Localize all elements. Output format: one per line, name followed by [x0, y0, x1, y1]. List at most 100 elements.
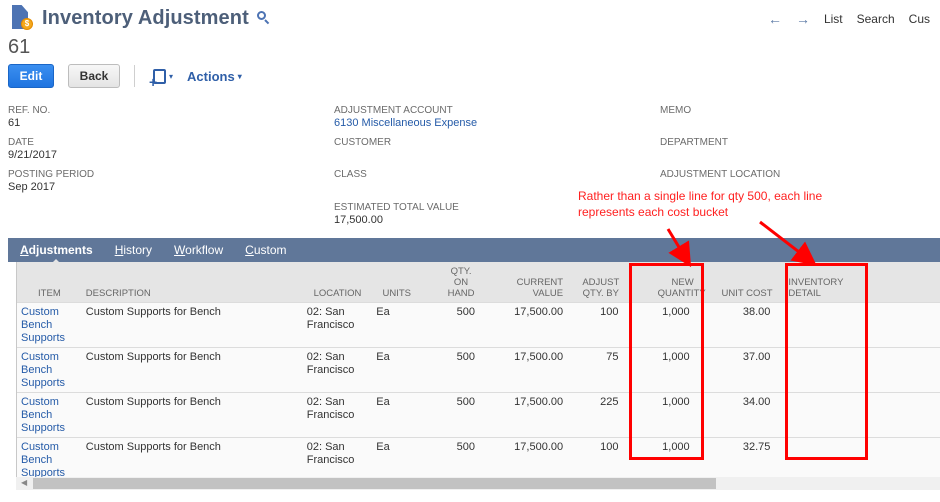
- field-value: Sep 2017: [8, 181, 56, 193]
- field-label: MEMO: [660, 105, 692, 116]
- qty-on-hand: 500: [456, 350, 475, 363]
- description-cell: Custom Supports for Bench: [81, 346, 303, 392]
- col-header-location[interactable]: LOCATION: [302, 262, 373, 302]
- field-estimated-total-value: ESTIMATED TOTAL VALUE 17,500.00: [334, 202, 459, 227]
- col-header-item[interactable]: ITEM: [17, 262, 82, 302]
- col-header-description[interactable]: DESCRIPTION: [81, 262, 303, 302]
- tab-workflow[interactable]: Workflow: [174, 243, 223, 257]
- actions-menu-button[interactable]: Actions ▾: [187, 69, 242, 84]
- unit-cost: 38.00: [742, 305, 771, 318]
- location-1: 02: San: [306, 305, 345, 318]
- chevron-down-icon: ▾: [169, 71, 174, 81]
- page-header: $ Inventory Adjustment: [10, 4, 271, 32]
- field-label: CLASS: [334, 169, 367, 180]
- list-link[interactable]: List: [824, 12, 843, 26]
- tab-history[interactable]: History: [115, 243, 152, 257]
- current-value-cell: 17,500.00: [486, 346, 568, 392]
- field-label: REF. NO.: [8, 105, 51, 116]
- qty-on-hand: 500: [456, 395, 475, 408]
- unit-cost-cell: 34.00: [709, 391, 785, 437]
- location-cell: 02: San Francisco: [302, 301, 373, 347]
- scrollbar-thumb[interactable]: [33, 478, 716, 489]
- search-link[interactable]: Search: [857, 12, 895, 26]
- item-2: Bench: [21, 453, 53, 466]
- current-value-cell: 17,500.00: [486, 301, 568, 347]
- back-button[interactable]: Back: [68, 64, 120, 88]
- subtab-bar: Adjustments History Workflow Custom: [8, 238, 940, 264]
- record-number: 61: [8, 36, 31, 58]
- field-label: POSTING PERIOD: [8, 169, 95, 180]
- item-1: Custom: [21, 305, 59, 318]
- tab-custom[interactable]: Custom: [245, 243, 286, 257]
- location-2: Francisco: [306, 363, 355, 376]
- toolbar: Edit Back + ▾ Actions ▾: [8, 64, 242, 89]
- col-header-unit-cost[interactable]: UNIT COST: [709, 262, 785, 302]
- current-value-cell: 17,500.00: [486, 391, 568, 437]
- tab-adjustments[interactable]: Adjustments: [20, 243, 93, 264]
- adjust-qty-by-cell: 100: [567, 301, 635, 347]
- item-link[interactable]: Custom Bench Supports: [17, 436, 82, 483]
- actions-label: Actions: [187, 68, 235, 84]
- qty-on-hand: 500: [456, 305, 475, 318]
- location-1: 02: San: [306, 350, 345, 363]
- scroll-left-arrow-icon[interactable]: ◀: [21, 478, 27, 487]
- units: Ea: [376, 350, 390, 363]
- unit-cost: 34.00: [742, 395, 771, 408]
- current-value: 17,500.00: [514, 305, 564, 318]
- highlight-unit-cost-column: [785, 263, 868, 460]
- horizontal-scrollbar[interactable]: ◀: [16, 477, 940, 490]
- item-link[interactable]: Custom Bench Supports: [17, 301, 82, 347]
- field-ref-no: REF. NO. 61: [8, 105, 50, 130]
- description: Custom Supports for Bench: [85, 440, 221, 453]
- edit-button[interactable]: Edit: [8, 64, 54, 88]
- field-customer: CUSTOMER: [334, 137, 391, 149]
- highlight-adjust-qty-column: [629, 263, 704, 460]
- adjust-qty-by: 100: [600, 305, 619, 318]
- item-link[interactable]: Custom Bench Supports: [17, 391, 82, 437]
- forward-arrow-icon[interactable]: →: [796, 11, 810, 27]
- adjust-qty-by: 75: [606, 350, 619, 363]
- col-header-qty-on-hand[interactable]: QTY. ON HAND: [421, 262, 487, 302]
- qty-on-hand-cell: 500: [421, 301, 487, 347]
- unit-cost: 32.75: [742, 440, 771, 453]
- field-label: ESTIMATED TOTAL VALUE: [334, 202, 459, 213]
- unit-cost-cell: 32.75: [709, 436, 785, 483]
- adjust-qty-by-cell: 100: [567, 436, 635, 483]
- location-cell: 02: San Francisco: [302, 436, 373, 483]
- qty-on-hand-cell: 500: [421, 391, 487, 437]
- adjust-qty-by: 100: [600, 440, 619, 453]
- field-posting-period: POSTING PERIOD Sep 2017: [8, 169, 94, 194]
- location-1: 02: San: [306, 440, 345, 453]
- item-link[interactable]: Custom Bench Supports: [17, 346, 82, 392]
- customize-link[interactable]: Cus: [909, 12, 930, 26]
- chevron-down-icon: ▾: [237, 71, 242, 81]
- col-header-adjust-qty-by[interactable]: ADJUST QTY. BY: [567, 262, 635, 302]
- qty-on-hand-cell: 500: [421, 346, 487, 392]
- qty-on-hand-cell: 500: [421, 436, 487, 483]
- magnifier-icon[interactable]: [256, 11, 271, 25]
- item-1: Custom: [21, 440, 59, 453]
- field-adjustment-location: ADJUSTMENT LOCATION: [660, 169, 780, 181]
- field-date: DATE 9/21/2017: [8, 137, 57, 162]
- item-3: Supports: [21, 421, 66, 434]
- back-arrow-icon[interactable]: ←: [768, 11, 782, 27]
- units-cell: Ea: [372, 346, 422, 392]
- description: Custom Supports for Bench: [85, 305, 221, 318]
- unit-cost: 37.00: [742, 350, 771, 363]
- description: Custom Supports for Bench: [85, 350, 221, 363]
- top-nav: ← → List Search Cus: [768, 11, 940, 27]
- adjustment-account-link[interactable]: 6130 Miscellaneous Expense: [334, 117, 477, 130]
- field-memo: MEMO: [660, 105, 691, 117]
- col-header-units[interactable]: UNITS: [372, 262, 422, 302]
- location-cell: 02: San Francisco: [302, 391, 373, 437]
- location-2: Francisco: [306, 318, 355, 331]
- location-2: Francisco: [306, 453, 355, 466]
- field-label: ADJUSTMENT ACCOUNT: [334, 105, 453, 116]
- col-header-current-value[interactable]: CURRENT VALUE: [486, 262, 568, 302]
- new-record-button[interactable]: + ▾: [149, 68, 174, 89]
- item-1: Custom: [21, 395, 59, 408]
- units-cell: Ea: [372, 301, 422, 347]
- adjust-qty-by-cell: 75: [567, 346, 635, 392]
- field-class: CLASS: [334, 169, 367, 181]
- field-value: 9/21/2017: [8, 149, 57, 161]
